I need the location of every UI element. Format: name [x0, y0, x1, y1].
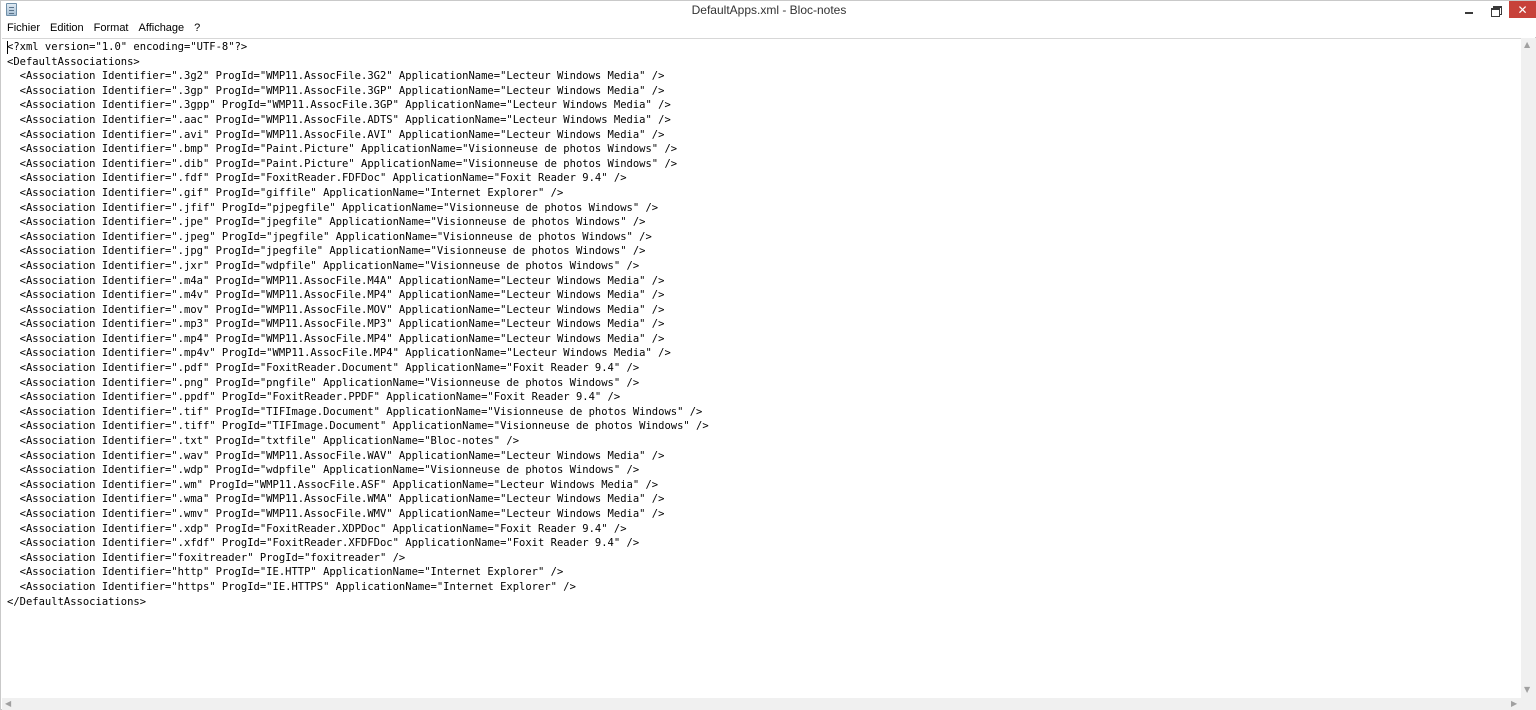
text-line[interactable]: <Association Identifier=".fdf" ProgId="F…	[7, 171, 709, 186]
text-line[interactable]: <Association Identifier=".m4v" ProgId="W…	[7, 288, 709, 303]
text-line[interactable]: <Association Identifier=".pdf" ProgId="F…	[7, 361, 709, 376]
text-line[interactable]: <Association Identifier=".3gp" ProgId="W…	[7, 84, 709, 99]
close-icon: ✕	[1517, 2, 1528, 17]
scrollbar-corner	[1521, 698, 1536, 710]
text-line[interactable]: <Association Identifier=".mov" ProgId="W…	[7, 303, 709, 318]
text-line[interactable]: <Association Identifier=".xfdf" ProgId="…	[7, 536, 709, 551]
text-line[interactable]: <?xml version="1.0" encoding="UTF-8"?>	[7, 40, 709, 55]
scroll-down-icon[interactable]: ▼	[1524, 686, 1530, 694]
menu-item-format[interactable]: Format	[89, 21, 134, 36]
scroll-left-icon[interactable]: ◀	[5, 700, 11, 708]
menu-item-fichier[interactable]: Fichier	[2, 21, 45, 36]
scroll-up-icon[interactable]: ▲	[1524, 41, 1530, 49]
text-line[interactable]: <Association Identifier="http" ProgId="I…	[7, 565, 709, 580]
minimize-icon	[1465, 11, 1473, 14]
notepad-window: DefaultApps.xml - Bloc-notes ✕ Fichier E…	[0, 0, 1536, 710]
text-caret	[7, 41, 8, 54]
text-line[interactable]: <Association Identifier=".jpe" ProgId="j…	[7, 215, 709, 230]
text-line[interactable]: <Association Identifier=".wma" ProgId="W…	[7, 492, 709, 507]
text-line[interactable]: <Association Identifier=".3gpp" ProgId="…	[7, 98, 709, 113]
text-line[interactable]: <Association Identifier=".dib" ProgId="P…	[7, 157, 709, 172]
text-line[interactable]: <Association Identifier=".mp4" ProgId="W…	[7, 332, 709, 347]
text-line[interactable]: <Association Identifier=".tiff" ProgId="…	[7, 419, 709, 434]
horizontal-scrollbar[interactable]: ◀ ▶	[2, 698, 1521, 710]
menu-item-help[interactable]: ?	[189, 21, 205, 36]
text-line[interactable]: <Association Identifier=".txt" ProgId="t…	[7, 434, 709, 449]
text-line[interactable]: </DefaultAssociations>	[7, 595, 709, 610]
editor-content[interactable]: <?xml version="1.0" encoding="UTF-8"?> <D…	[7, 40, 709, 609]
scroll-right-icon[interactable]: ▶	[1511, 700, 1517, 708]
menu-item-edition[interactable]: Edition	[45, 21, 89, 36]
window-title: DefaultApps.xml - Bloc-notes	[691, 3, 847, 17]
vertical-scrollbar[interactable]: ▲ ▼	[1521, 38, 1536, 698]
text-line[interactable]: <Association Identifier=".mp4v" ProgId="…	[7, 346, 709, 361]
text-line[interactable]: <Association Identifier=".ppdf" ProgId="…	[7, 390, 709, 405]
restore-icon	[1491, 5, 1502, 17]
text-line[interactable]: <Association Identifier=".gif" ProgId="g…	[7, 186, 709, 201]
text-line[interactable]: <Association Identifier=".wm" ProgId="WM…	[7, 478, 709, 493]
restore-button[interactable]	[1482, 1, 1509, 18]
text-line[interactable]: <Association Identifier="https" ProgId="…	[7, 580, 709, 595]
text-line[interactable]: <Association Identifier=".m4a" ProgId="W…	[7, 274, 709, 289]
title-bar[interactable]: DefaultApps.xml - Bloc-notes ✕	[1, 1, 1536, 20]
text-line[interactable]: <Association Identifier=".wav" ProgId="W…	[7, 449, 709, 464]
text-line[interactable]: <Association Identifier=".xdp" ProgId="F…	[7, 522, 709, 537]
text-line[interactable]: <Association Identifier=".jfif" ProgId="…	[7, 201, 709, 216]
text-line[interactable]: <Association Identifier=".wmv" ProgId="W…	[7, 507, 709, 522]
text-editor-area[interactable]: <?xml version="1.0" encoding="UTF-8"?> <D…	[2, 38, 1521, 698]
text-line[interactable]: <Association Identifier=".avi" ProgId="W…	[7, 128, 709, 143]
text-line[interactable]: <Association Identifier=".jpg" ProgId="j…	[7, 244, 709, 259]
close-button[interactable]: ✕	[1509, 1, 1536, 18]
text-line[interactable]: <Association Identifier=".3g2" ProgId="W…	[7, 69, 709, 84]
text-line[interactable]: <Association Identifier=".jxr" ProgId="w…	[7, 259, 709, 274]
text-line[interactable]: <Association Identifier=".aac" ProgId="W…	[7, 113, 709, 128]
text-line[interactable]: <Association Identifier=".png" ProgId="p…	[7, 376, 709, 391]
menu-item-affichage[interactable]: Affichage	[134, 21, 190, 36]
text-line[interactable]: <Association Identifier=".mp3" ProgId="W…	[7, 317, 709, 332]
text-line[interactable]: <Association Identifier="foxitreader" Pr…	[7, 551, 709, 566]
text-line[interactable]: <Association Identifier=".tif" ProgId="T…	[7, 405, 709, 420]
text-line[interactable]: <DefaultAssociations>	[7, 55, 709, 70]
menu-bar: Fichier Edition Format Affichage ?	[1, 20, 1536, 37]
text-line[interactable]: <Association Identifier=".jpeg" ProgId="…	[7, 230, 709, 245]
minimize-button[interactable]	[1456, 1, 1482, 18]
text-line[interactable]: <Association Identifier=".bmp" ProgId="P…	[7, 142, 709, 157]
text-line[interactable]: <Association Identifier=".wdp" ProgId="w…	[7, 463, 709, 478]
